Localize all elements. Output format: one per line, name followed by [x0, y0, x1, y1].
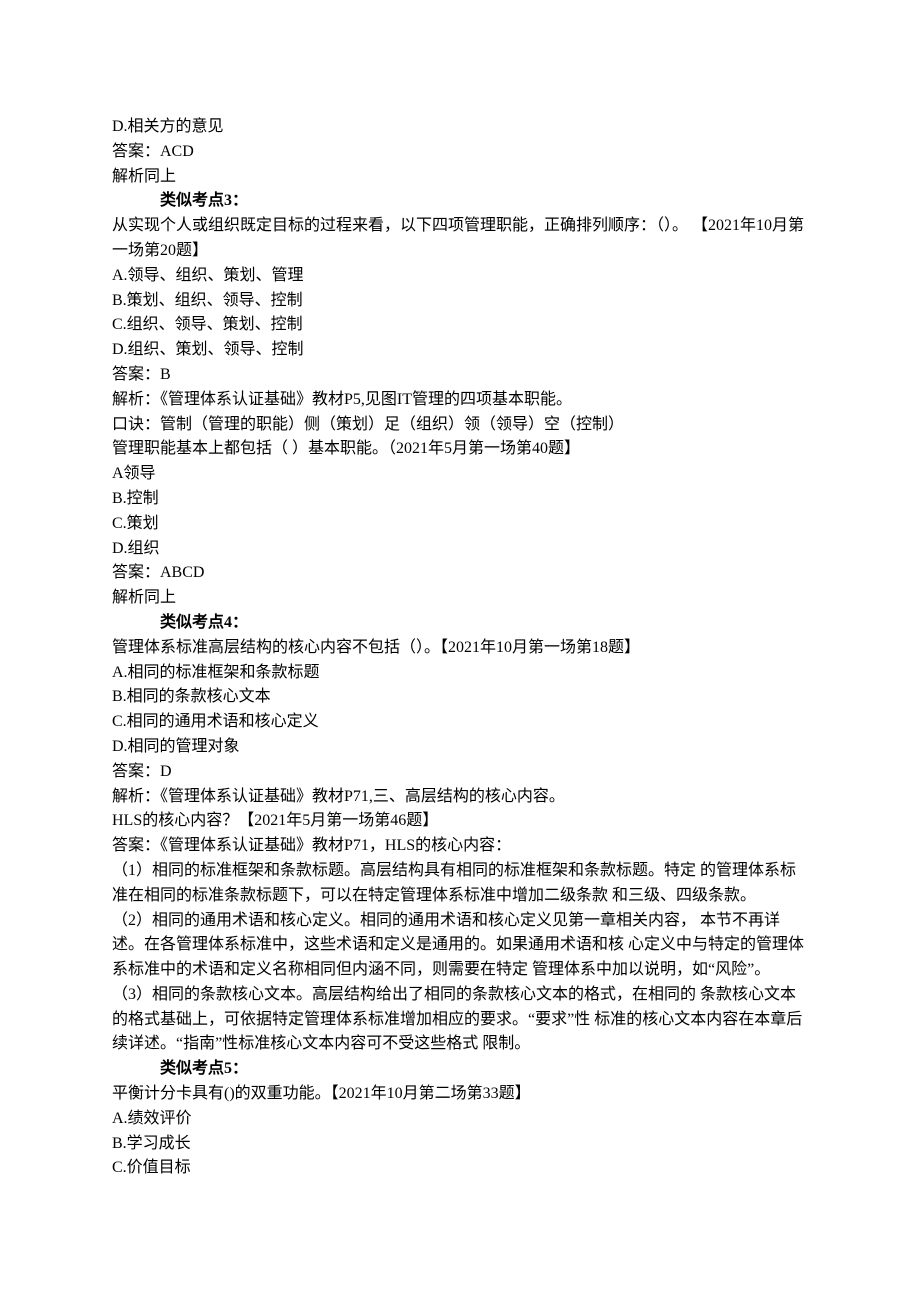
s4-q2-p3: （3）相同的条款核心文本。高层结构给出了相同的条款核心文本的格式，在相同的 条款…	[112, 983, 808, 1057]
q0-explain: 解析同上	[112, 165, 808, 190]
s4-q1-explain: 解析：《管理体系认证基础》教材P71,三、高层结构的核心内容。	[112, 785, 808, 810]
s3-q2-stem: 管理职能基本上都包括（ ）基本职能。（2021年5月第一场第40题】	[112, 437, 808, 462]
s3-q2-c: C.策划	[112, 512, 808, 537]
s3-q2-explain: 解析同上	[112, 586, 808, 611]
s4-q2-p1: （1）相同的标准框架和条款标题。高层结构具有相同的标准框架和条款标题。特定 的管…	[112, 859, 808, 909]
s3-q1-c: C.组织、领导、策划、控制	[112, 313, 808, 338]
s4-q1-c: C.相同的通用术语和核心定义	[112, 710, 808, 735]
section-3-heading: 类似考点3：	[112, 189, 808, 214]
s4-q1-d: D.相同的管理对象	[112, 735, 808, 760]
q0-option-d: D.相关方的意见	[112, 115, 808, 140]
s3-q2-b: B.控制	[112, 487, 808, 512]
q0-answer: 答案：ACD	[112, 140, 808, 165]
section-5-heading: 类似考点5：	[112, 1057, 808, 1082]
s4-q2-answer: 答案：《管理体系认证基础》教材P71，HLS的核心内容：	[112, 834, 808, 859]
s3-q2-answer: 答案：ABCD	[112, 561, 808, 586]
s5-q1-a: A.绩效评价	[112, 1107, 808, 1132]
s3-q1-answer: 答案：B	[112, 363, 808, 388]
s5-q1-b: B.学习成长	[112, 1132, 808, 1157]
section-4-heading: 类似考点4：	[112, 611, 808, 636]
s3-q1-b: B.策划、组织、领导、控制	[112, 289, 808, 314]
s3-q2-d: D.组织	[112, 537, 808, 562]
s4-q1-stem: 管理体系标准高层结构的核心内容不包括（）。【2021年10月第一场第18题】	[112, 636, 808, 661]
s3-q1-explain: 解析：《管理体系认证基础》教材P5,见图IT管理的四项基本职能。	[112, 388, 808, 413]
s5-q1-c: C.价值目标	[112, 1156, 808, 1181]
s3-q2-a: A领导	[112, 462, 808, 487]
s5-q1-stem: 平衡计分卡具有()的双重功能。【2021年10月第二场第33题】	[112, 1082, 808, 1107]
s4-q1-answer: 答案：D	[112, 760, 808, 785]
s3-q1-a: A.领导、组织、策划、管理	[112, 264, 808, 289]
s3-q1-d: D.组织、策划、领导、控制	[112, 338, 808, 363]
s3-q1-mnemonic: 口诀：管制（管理的职能）侧（策划）足（组织）领（领导）空（控制）	[112, 413, 808, 438]
s4-q2-p2: （2）相同的通用术语和核心定义。相同的通用术语和核心定义见第一章相关内容， 本节…	[112, 909, 808, 983]
s4-q2-stem: HLS的核心内容？【2021年5月第一场第46题】	[112, 809, 808, 834]
s4-q1-a: A.相同的标准框架和条款标题	[112, 661, 808, 686]
s3-q1-stem: 从实现个人或组织既定目标的过程来看，以下四项管理职能，正确排列顺序：（）。 【2…	[112, 214, 808, 264]
s4-q1-b: B.相同的条款核心文本	[112, 685, 808, 710]
